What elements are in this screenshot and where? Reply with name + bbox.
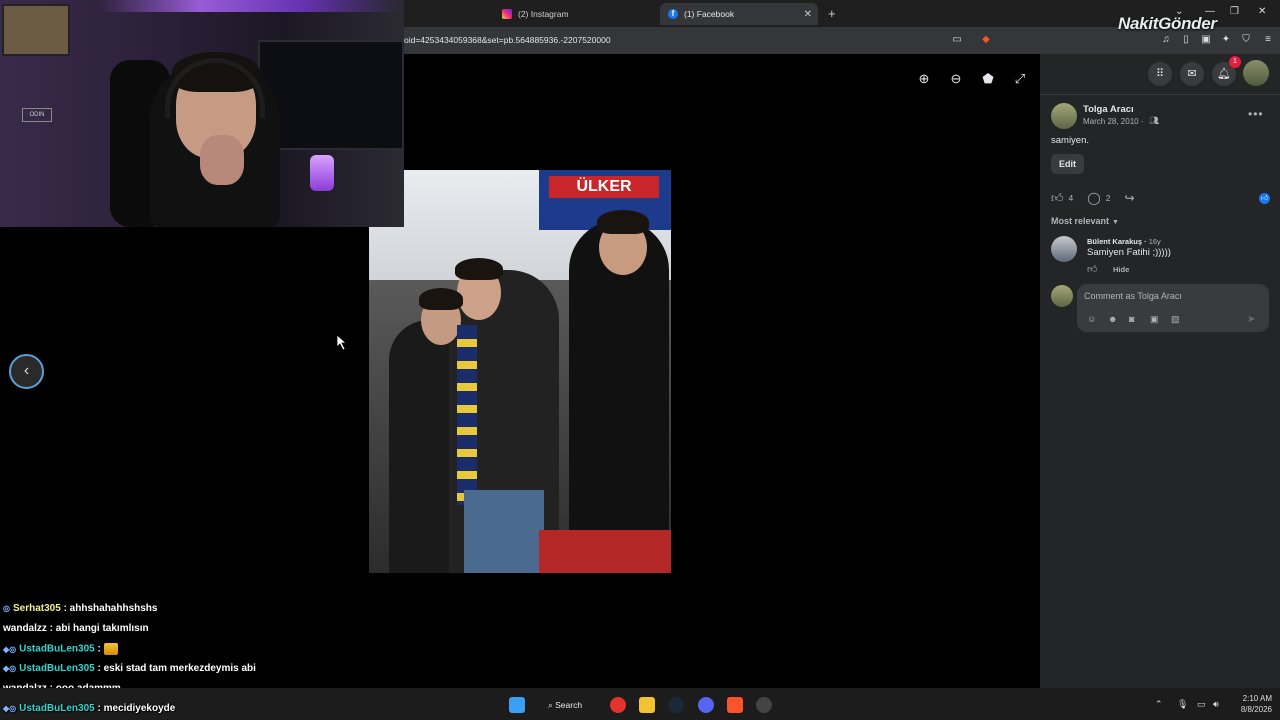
brave-shield-icon[interactable]: ◆ — [980, 34, 992, 46]
screen: (2) Instagram f (1) Facebook ✕ + ⌄ — ❐ ✕… — [0, 0, 1280, 720]
chat-message: wandalzz : abi hangi takımlısın — [3, 623, 149, 634]
camera-icon[interactable]: ◙ — [1129, 314, 1134, 324]
avatar-sticker-icon[interactable]: ☺ — [1087, 314, 1096, 324]
microphone-icon[interactable]: 🎙︎ — [1177, 699, 1188, 710]
leo-icon[interactable]: ✦ — [1220, 34, 1232, 46]
close-window-icon[interactable]: ✕ — [1258, 6, 1266, 17]
post-panel — [1040, 54, 1280, 688]
edit-button[interactable]: Edit — [1051, 154, 1084, 174]
maximize-icon[interactable]: ❐ — [1230, 6, 1239, 17]
banner-text: ÜLKER — [549, 176, 659, 198]
more-options-icon[interactable]: ••• — [1248, 107, 1264, 121]
app-icon[interactable] — [610, 697, 626, 713]
menu-icon[interactable]: ≡ — [1262, 34, 1274, 46]
tab-label: (1) Facebook — [684, 9, 735, 19]
taskbar-search[interactable]: ⌕ Search — [540, 695, 600, 715]
author-avatar[interactable] — [1051, 103, 1077, 129]
sidebar-icon[interactable]: ▯ — [1180, 34, 1192, 46]
network-icon[interactable]: ▭ — [1197, 699, 1206, 710]
friends-audience-icon: 👥︎ — [1149, 116, 1160, 125]
post-date[interactable]: March 28, 2010 · — [1083, 117, 1143, 126]
send-icon[interactable]: ➤ — [1247, 314, 1255, 325]
notification-badge: 1 — [1229, 56, 1241, 68]
webcam-overlay: ODIN — [0, 0, 404, 227]
commenter-avatar[interactable] — [1051, 236, 1077, 262]
chat-message: ◆◎ UstadBuLen305 : mecidiyekoyde — [3, 703, 176, 714]
chat-message: ◆◎ UstadBuLen305 : — [3, 643, 118, 655]
tab-label: (2) Instagram — [518, 9, 569, 19]
volume-icon[interactable]: 🔊︎ — [1213, 699, 1219, 710]
steam-icon[interactable] — [668, 697, 684, 713]
comment-text: Samiyen Fatihi ;))))) — [1087, 247, 1171, 258]
discord-icon[interactable] — [698, 697, 714, 713]
post-caption: samiyen. — [1051, 135, 1090, 146]
comment-count: 2 — [1105, 193, 1111, 203]
comment-like-icon[interactable]: 👍︎ — [1087, 263, 1097, 275]
url-field[interactable]: oid=4253434059368&set=pb.564885936.-2207… — [404, 35, 611, 45]
photo: ÜLKER — [369, 170, 671, 573]
music-icon[interactable]: ♫ — [1160, 34, 1172, 46]
apps-grid-icon[interactable]: ⠿ — [1148, 62, 1172, 86]
facebook-icon: f — [668, 9, 678, 19]
share-icon[interactable]: ↪ — [1124, 191, 1134, 205]
fullscreen-icon[interactable]: ⤢ — [1009, 68, 1031, 90]
show-hidden-icons[interactable]: ⌃ — [1155, 699, 1163, 710]
watermark-logo: NakitGönder — [1118, 14, 1217, 33]
close-tab-icon[interactable]: ✕ — [804, 9, 812, 20]
emote-icon — [103, 643, 118, 655]
reaction-bar: 👍︎ 4 ◯ 2 ↪ — [1051, 191, 1135, 206]
like-reaction-icon: 👍︎ — [1259, 193, 1270, 204]
hide-comment-button[interactable]: Hide — [1113, 265, 1129, 274]
clock[interactable]: 2:10 AM 8/8/2026 — [1232, 693, 1272, 715]
gif-icon[interactable]: ▣ — [1150, 314, 1159, 325]
comment-sort-dropdown[interactable]: Most relevant ▼ — [1051, 216, 1119, 226]
comment-icon[interactable]: ◯ — [1087, 191, 1100, 205]
file-explorer-icon[interactable] — [639, 697, 655, 713]
zoom-out-icon[interactable]: ⊖ — [945, 68, 967, 90]
instagram-icon — [502, 9, 512, 19]
brave-icon[interactable] — [727, 697, 743, 713]
previous-photo-button[interactable]: ‹ — [9, 354, 44, 389]
compose-avatar — [1051, 285, 1073, 307]
comment-placeholder: Comment as Tolga Aracı — [1084, 291, 1182, 301]
account-avatar[interactable] — [1243, 60, 1269, 86]
chat-message: ◆◎ UstadBuLen305 : eski stad tam merkezde… — [3, 663, 256, 674]
start-icon[interactable] — [509, 697, 525, 713]
like-icon[interactable]: 👍︎ — [1051, 191, 1064, 206]
author-name[interactable]: Tolga Aracı — [1083, 104, 1134, 115]
commenter-name[interactable]: Bülent Karakuş · 16y — [1087, 237, 1161, 246]
wallet-icon[interactable]: ▣ — [1200, 34, 1212, 46]
zoom-in-icon[interactable]: ⊕ — [913, 68, 935, 90]
obs-icon[interactable] — [756, 697, 772, 713]
sticker-icon[interactable]: ▧ — [1171, 314, 1180, 325]
tab-instagram[interactable]: (2) Instagram — [494, 3, 654, 25]
tab-facebook[interactable]: f (1) Facebook ✕ — [660, 3, 818, 25]
emoji-icon[interactable]: ☻ — [1108, 314, 1117, 324]
tag-icon[interactable]: ⬟ — [977, 68, 999, 90]
caret-down-icon: ▼ — [1112, 219, 1119, 226]
wall-sign: ODIN — [22, 108, 52, 122]
cast-icon[interactable]: ▭ — [951, 34, 963, 46]
vpn-icon[interactable]: ⛉ — [1240, 34, 1252, 46]
messenger-icon[interactable]: ✉ — [1180, 62, 1204, 86]
new-tab-button[interactable]: + — [828, 6, 836, 21]
like-count: 4 — [1068, 193, 1074, 203]
chevron-left-icon: ‹ — [23, 362, 30, 379]
chat-message: ◎ Serhat305 : ahhshahahhshshs — [3, 603, 158, 614]
